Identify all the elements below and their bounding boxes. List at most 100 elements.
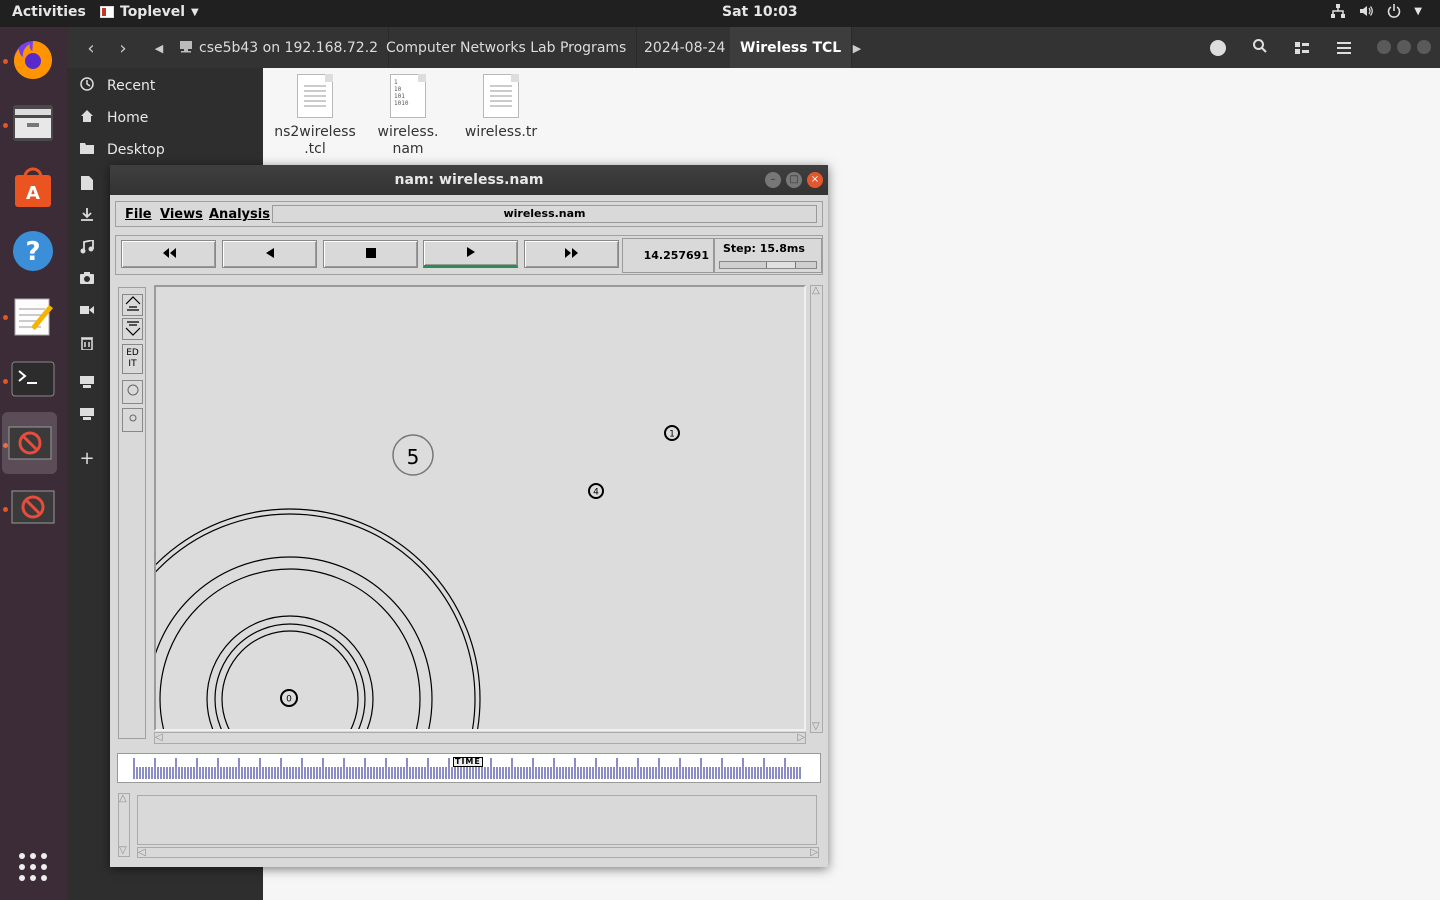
- zoom-out-tool[interactable]: [122, 318, 143, 340]
- chevron-right-icon: ›: [119, 37, 127, 59]
- pictures-icon[interactable]: [77, 272, 97, 288]
- grid-view-icon: [1295, 39, 1309, 58]
- scroll-left-icon[interactable]: ◁: [155, 733, 163, 743]
- breadcrumb-date[interactable]: 2024-08-24: [634, 27, 737, 68]
- minimize-button[interactable]: [1377, 40, 1391, 54]
- nam-icon[interactable]: [2, 412, 57, 474]
- help-icon[interactable]: ?: [9, 227, 57, 275]
- back-button[interactable]: ‹: [77, 35, 105, 61]
- documents-icon[interactable]: [77, 176, 97, 194]
- scroll-down-icon[interactable]: ▽: [812, 722, 820, 732]
- file-item[interactable]: 1 10 101 1010 wireless. nam: [363, 74, 453, 158]
- show-apps-icon[interactable]: [9, 843, 57, 891]
- node-1[interactable]: 1: [664, 425, 680, 441]
- plus-icon[interactable]: +: [77, 448, 97, 469]
- play-backward-button[interactable]: [222, 240, 317, 268]
- running-indicator: [3, 123, 8, 128]
- maximize-button[interactable]: □: [786, 172, 802, 188]
- clock[interactable]: Sat 10:03: [722, 4, 798, 20]
- node-0[interactable]: 0: [280, 689, 298, 707]
- file-manager-header: ‹ › ◀ cse5b43 on 192.168.72.2 Computer N…: [67, 27, 1440, 68]
- step-slider-thumb[interactable]: [766, 262, 796, 268]
- forward-button[interactable]: ›: [109, 35, 137, 61]
- close-button[interactable]: [1417, 40, 1431, 54]
- system-tray[interactable]: ▼: [1330, 3, 1422, 23]
- window-title-bar[interactable]: nam: wireless.nam: [110, 165, 828, 195]
- search-button[interactable]: [1243, 33, 1277, 63]
- time-slider-thumb[interactable]: TIME: [453, 757, 483, 767]
- nam-icon-2[interactable]: [9, 483, 57, 531]
- play-button[interactable]: [423, 240, 518, 268]
- top-bar: Activities Toplevel ▼ Sat 10:03 ▼: [0, 0, 1440, 27]
- chevron-left-icon: ‹: [87, 37, 95, 59]
- trash-icon[interactable]: [77, 336, 97, 354]
- options-button[interactable]: [1201, 33, 1235, 63]
- music-icon[interactable]: [77, 238, 97, 258]
- firefox-icon[interactable]: [9, 35, 57, 83]
- home-icon: [67, 109, 107, 127]
- breadcrumb-wireless-tcl[interactable]: Wireless TCL: [730, 27, 853, 68]
- sidebar-item-desktop[interactable]: Desktop: [67, 135, 263, 165]
- stop-button[interactable]: [323, 240, 418, 268]
- node-5[interactable]: 5: [392, 434, 434, 476]
- fast-forward-button[interactable]: [524, 240, 619, 268]
- running-indicator: [3, 379, 8, 384]
- network-drive-icon[interactable]: [77, 376, 97, 392]
- canvas-horizontal-scrollbar[interactable]: ◁ ▷: [154, 732, 806, 744]
- file-name: wireless.: [377, 124, 439, 140]
- time-slider[interactable]: TIME: [117, 753, 821, 783]
- scroll-left-icon[interactable]: ◁: [138, 848, 146, 858]
- view-toggle-button[interactable]: [1285, 33, 1319, 63]
- menu-analysis[interactable]: Analysis: [209, 207, 270, 222]
- stop-icon: [365, 247, 376, 262]
- simulation-time: 14.257691: [622, 238, 714, 273]
- file-item[interactable]: wireless.tr: [456, 74, 546, 141]
- edit-tool[interactable]: ED IT: [122, 344, 143, 374]
- maximize-button[interactable]: [1397, 40, 1411, 54]
- step-slider[interactable]: [719, 261, 817, 269]
- canvas-vertical-scrollbar[interactable]: △ ▽: [810, 285, 823, 733]
- terminal-icon[interactable]: [9, 355, 57, 403]
- breadcrumb-network[interactable]: cse5b43 on 192.168.72.2: [169, 27, 390, 68]
- zoom-in-tool[interactable]: [122, 294, 143, 316]
- minimize-button[interactable]: –: [765, 172, 781, 188]
- scroll-up-icon[interactable]: △: [812, 286, 820, 296]
- network-drive-icon[interactable]: [77, 408, 97, 424]
- node-large-tool[interactable]: [122, 380, 143, 404]
- activities-button[interactable]: Activities: [12, 4, 86, 20]
- annotation-vertical-scrollbar[interactable]: △ ▽: [118, 793, 130, 857]
- sidebar-item-recent[interactable]: Recent: [67, 71, 263, 101]
- file-name-line2: .tcl: [304, 141, 326, 157]
- network-canvas[interactable]: 5 1 4 0: [154, 285, 806, 731]
- text-editor-icon[interactable]: [9, 291, 57, 339]
- step-label: Step: 15.8ms: [723, 242, 805, 255]
- files-icon[interactable]: [9, 99, 57, 147]
- breadcrumb-scroll-right[interactable]: ▶: [843, 35, 871, 61]
- file-item[interactable]: ns2wireless .tcl: [270, 74, 360, 158]
- scroll-right-icon[interactable]: ▷: [797, 733, 805, 743]
- window-title: nam: wireless.nam: [394, 172, 544, 188]
- breadcrumb-lab-programs[interactable]: Computer Networks Lab Programs: [376, 27, 638, 68]
- playback-controls: 14.257691 Step: 15.8ms: [115, 235, 823, 275]
- annotation-list[interactable]: [137, 795, 817, 845]
- menu-views[interactable]: Views: [160, 207, 203, 222]
- rewind-button[interactable]: [121, 240, 216, 268]
- scroll-right-icon[interactable]: ▷: [810, 848, 818, 858]
- network-graph: 5 1 4 0: [156, 425, 680, 729]
- close-button[interactable]: ×: [807, 172, 823, 188]
- node-4[interactable]: 4: [588, 483, 604, 499]
- menu-button[interactable]: [1327, 33, 1361, 63]
- node-small-tool[interactable]: [122, 408, 143, 432]
- menu-file[interactable]: File: [125, 207, 152, 222]
- file-name: wireless.tr: [464, 124, 538, 140]
- downloads-icon[interactable]: [77, 208, 97, 226]
- annotation-horizontal-scrollbar[interactable]: ◁ ▷: [137, 847, 819, 858]
- videos-icon[interactable]: [77, 304, 97, 319]
- scroll-up-icon[interactable]: △: [119, 794, 127, 804]
- scroll-down-icon[interactable]: ▽: [119, 846, 127, 856]
- text-file-icon: [483, 74, 519, 118]
- software-icon[interactable]: A: [9, 163, 57, 211]
- sidebar-item-home[interactable]: Home: [67, 103, 263, 133]
- chevron-down-icon: ▼: [1414, 6, 1422, 17]
- app-menu[interactable]: Toplevel ▼: [100, 4, 199, 20]
